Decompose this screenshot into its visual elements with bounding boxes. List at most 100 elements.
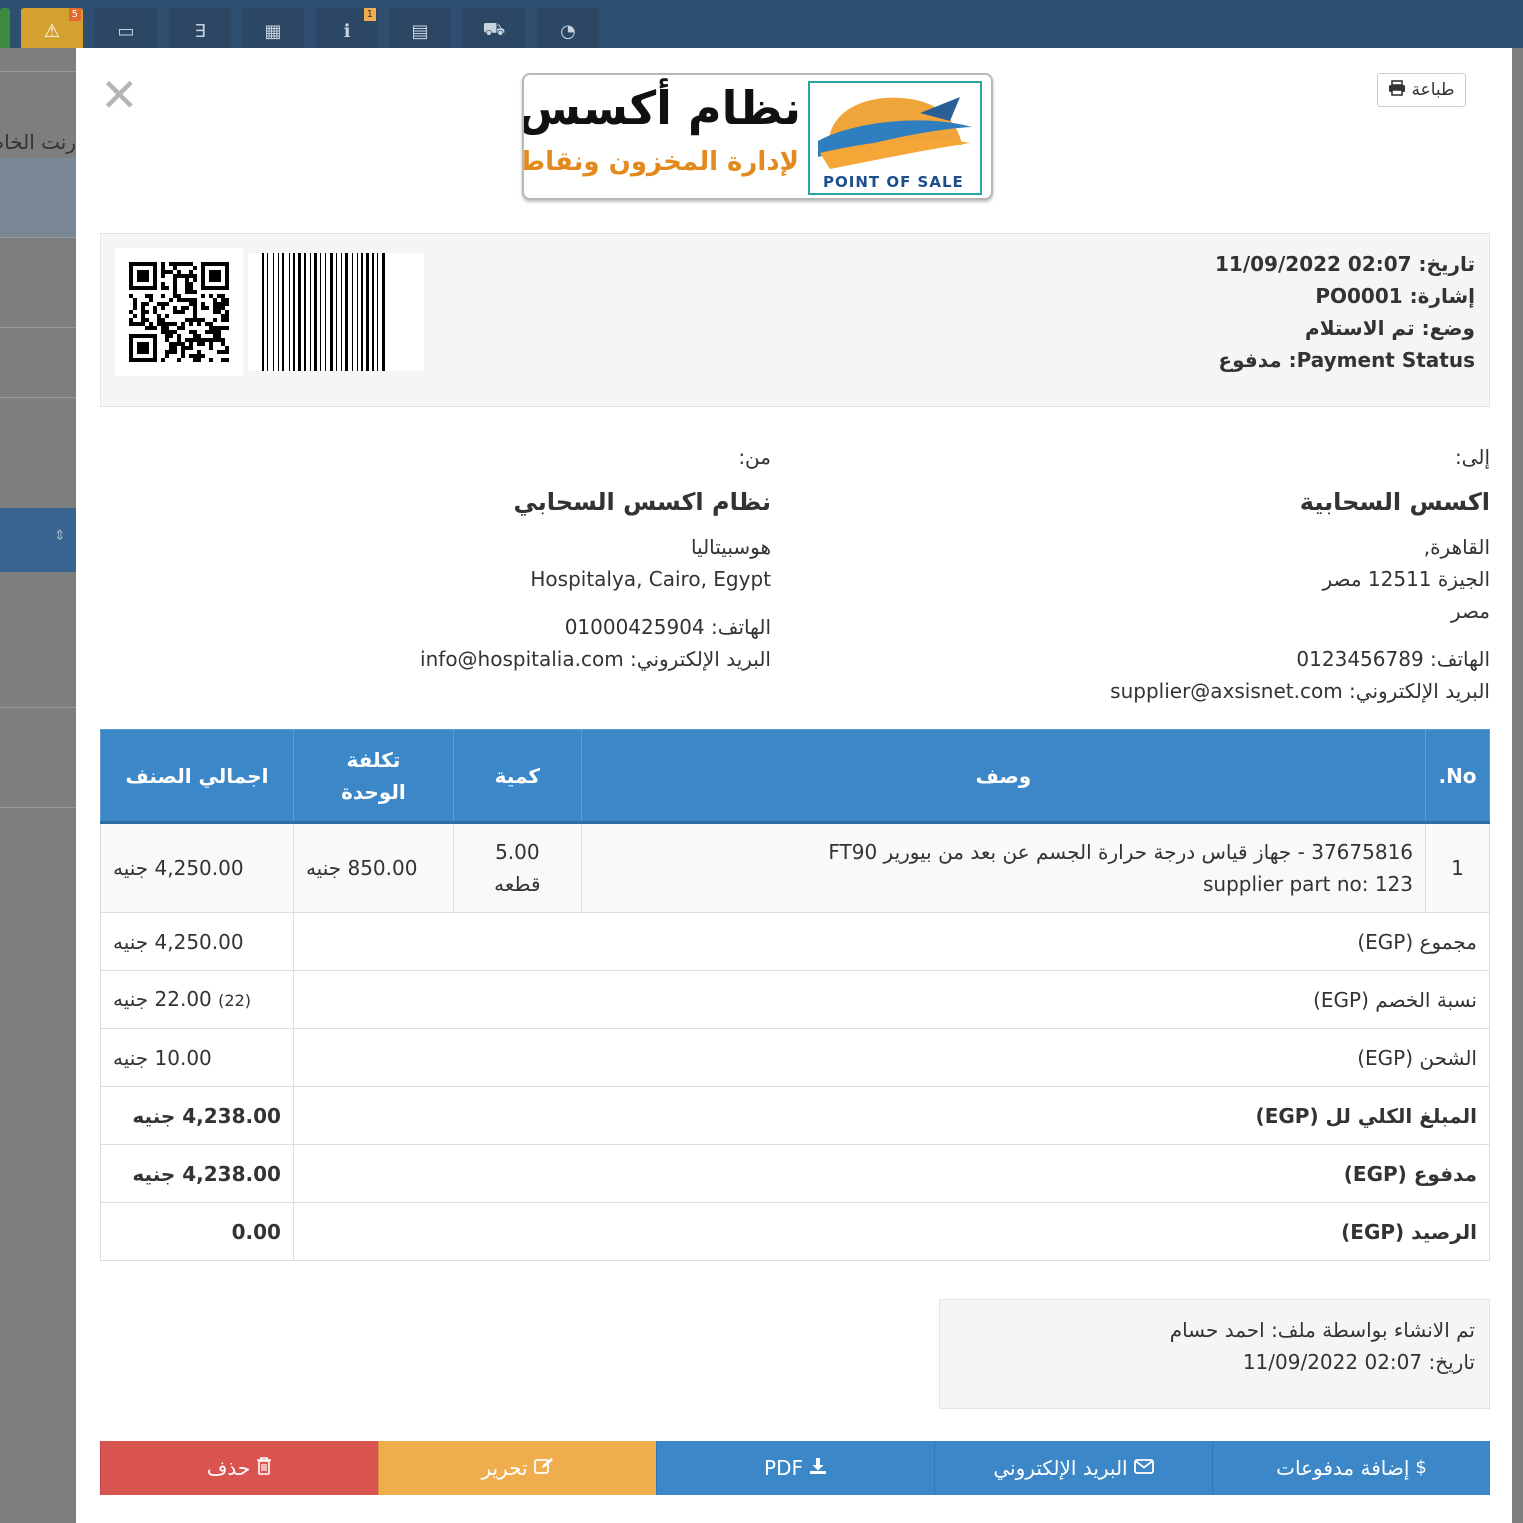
- warning-count-badge: 5: [68, 8, 81, 21]
- to-email: البريد الإلكتروني: supplier@axsisnet.com: [1110, 679, 1490, 703]
- purchase-status: وضع: تم الاستلام: [1305, 316, 1475, 340]
- delete-button[interactable]: حذف: [100, 1441, 378, 1495]
- shipping-row: الشحن (EGP) 10.00 جنيه: [100, 1028, 1491, 1087]
- to-line1: القاهرة,: [1423, 535, 1490, 559]
- action-buttons: $ إضافة مدفوعات البريد الإلكتروني PDF تح…: [100, 1441, 1490, 1495]
- from-email: البريد الإلكتروني: info@hospitalia.com: [420, 647, 771, 671]
- from-phone: الهاتف: 01000425904: [564, 615, 771, 639]
- toolbar-cart-button[interactable]: ⛟: [463, 8, 525, 48]
- logo-pos-text: POINT OF SALE: [823, 173, 964, 191]
- header-no: No.: [1425, 729, 1490, 824]
- toolbar-dashboard-button[interactable]: ◔: [537, 8, 599, 48]
- item-no: 1: [1425, 822, 1490, 913]
- delete-label: حذف: [206, 1456, 251, 1480]
- calendar-icon: ▦: [264, 20, 282, 42]
- from-line2: Hospitalya, Cairo, Egypt: [530, 567, 771, 591]
- item-quantity: 5.00: [495, 840, 540, 864]
- item-unit-cost: 850.00 جنيه: [292, 822, 454, 913]
- header-quantity: كمية: [452, 729, 582, 824]
- from-line1: هوسبيتاليا: [690, 535, 771, 559]
- item-description: 37675816 - جهاز قياس درجة حرارة الجسم عن…: [828, 840, 1414, 864]
- toolbar-money-button[interactable]: ▭: [95, 8, 157, 48]
- calculator-icon: ▤: [411, 20, 429, 42]
- qr-code: [115, 248, 243, 376]
- to-header: إلى:: [1454, 445, 1490, 469]
- from-address: من: نظام اكسس السحابي هوسبيتاليا Hospita…: [171, 441, 771, 675]
- item-supplier-part: supplier part no: 123: [1202, 872, 1414, 896]
- from-name: نظام اكسس السحابي: [513, 488, 772, 516]
- close-icon[interactable]: ✕: [100, 72, 139, 118]
- email-button[interactable]: البريد الإلكتروني: [934, 1441, 1212, 1495]
- discount-row: نسبة الخصم (EGP) (22) 22.00 جنيه: [100, 970, 1491, 1029]
- app-toolbar: ⚠ 5 ▭ ∃ ▦ ℹ 1 ▤ ⛟ ◔: [0, 0, 1523, 48]
- info-count-badge: 1: [363, 8, 376, 21]
- paid-label: مدفوع (EGP): [292, 1144, 1491, 1203]
- sort-icon: ⇕: [54, 528, 66, 544]
- toolbar-warning-button[interactable]: ⚠ 5: [21, 8, 83, 48]
- print-button[interactable]: طباعة: [1377, 73, 1466, 107]
- total-value: 4,250.00 جنيه: [100, 912, 294, 971]
- grand-total-label: المبلغ الكلي لل (EGP): [292, 1086, 1491, 1145]
- toolbar-calendar-button[interactable]: ▦: [242, 8, 304, 48]
- envelope-icon: [1133, 1458, 1154, 1478]
- discount-value: 22.00 جنيه: [113, 986, 212, 1011]
- dollar-icon: $: [1415, 1457, 1427, 1478]
- paid-row: مدفوع (EGP) 4,238.00 جنيه: [100, 1144, 1491, 1203]
- to-line2: الجيزة 12511 مصر: [1322, 567, 1490, 591]
- to-phone: الهاتف: 0123456789: [1296, 647, 1490, 671]
- toolbar-css3-button[interactable]: ∃: [169, 8, 231, 48]
- barcode: [248, 253, 424, 371]
- header-unit-cost-line2: الوحدة: [341, 779, 406, 804]
- printer-icon: [1388, 80, 1406, 100]
- toolbar-green-tab[interactable]: [0, 8, 10, 48]
- purchase-modal: ✕ طباعة نظام أكسس السحابي لإدارة المخزون…: [76, 48, 1512, 1523]
- grand-total-row: المبلغ الكلي لل (EGP) 4,238.00 جنيه: [100, 1086, 1491, 1145]
- pdf-label: PDF: [764, 1456, 803, 1480]
- to-address: إلى: اكسس السحابية القاهرة, الجيزة 12511…: [890, 441, 1490, 707]
- created-by: تم الانشاء بواسطة ملف: احمد حسام: [1169, 1318, 1475, 1342]
- table-header-row: No. وصف كمية تكلفة الوحدة اجمالي الصنف: [100, 729, 1490, 824]
- total-row: مجموع (EGP) 4,250.00 جنيه: [100, 912, 1491, 971]
- toolbar-info-button[interactable]: ℹ 1: [316, 8, 378, 48]
- balance-label: الرصيد (EGP): [292, 1202, 1491, 1261]
- toolbar-calculator-button[interactable]: ▤: [389, 8, 451, 48]
- print-label: طباعة: [1411, 80, 1455, 100]
- created-date: تاريخ: 02:07 11/09/2022: [1242, 1350, 1475, 1374]
- header-description: وصف: [580, 729, 1427, 824]
- logo-tagline: لإدارة المخزون ونقاط البيع: [522, 147, 799, 177]
- edit-icon: [533, 1457, 554, 1479]
- header-unit-cost-line1: تكلفة: [346, 747, 401, 772]
- pdf-button[interactable]: PDF: [656, 1441, 934, 1495]
- purchase-info-box: تاريخ: 02:07 11/09/2022 إشارة: PO0001 وض…: [100, 233, 1490, 407]
- grand-total-value: 4,238.00 جنيه: [100, 1086, 294, 1145]
- to-name: اكسس السحابية: [1299, 488, 1490, 516]
- edit-button[interactable]: تحرير: [378, 1441, 656, 1495]
- balance-row: الرصيد (EGP) 0.00: [100, 1202, 1491, 1261]
- money-icon: ▭: [117, 20, 135, 42]
- background-page-right: [1512, 48, 1523, 1523]
- discount-percent: (22): [218, 990, 251, 1010]
- purchase-date: تاريخ: 02:07 11/09/2022: [1215, 252, 1475, 276]
- item-subtotal: 4,250.00 جنيه: [100, 822, 294, 913]
- paid-value: 4,238.00 جنيه: [100, 1144, 294, 1203]
- info-icon: ℹ: [343, 20, 351, 42]
- item-unit: قطعه: [494, 872, 541, 896]
- created-info-box: تم الانشاء بواسطة ملف: احمد حسام تاريخ: …: [939, 1299, 1490, 1409]
- shipping-value: 10.00 جنيه: [100, 1028, 294, 1087]
- warning-icon: ⚠: [43, 20, 61, 42]
- purchase-reference: إشارة: PO0001: [1315, 284, 1475, 308]
- css3-icon: ∃: [194, 20, 206, 42]
- balance-value: 0.00: [100, 1202, 294, 1261]
- to-line3: مصر: [1450, 599, 1490, 623]
- edit-label: تحرير: [481, 1456, 528, 1480]
- shipping-label: الشحن (EGP): [292, 1028, 1491, 1087]
- dashboard-icon: ◔: [560, 20, 576, 42]
- add-payment-label: إضافة مدفوعات: [1276, 1456, 1410, 1480]
- background-page-left: رنت الخاص ⇕: [0, 48, 76, 1523]
- cart-icon: ⛟: [482, 19, 506, 40]
- add-payment-button[interactable]: $ إضافة مدفوعات: [1212, 1441, 1490, 1495]
- header-subtotal: اجمالي الصنف: [100, 729, 294, 824]
- email-label: البريد الإلكتروني: [993, 1456, 1128, 1480]
- payment-status: Payment Status: مدفوع: [1218, 348, 1475, 372]
- total-label: مجموع (EGP): [292, 912, 1491, 971]
